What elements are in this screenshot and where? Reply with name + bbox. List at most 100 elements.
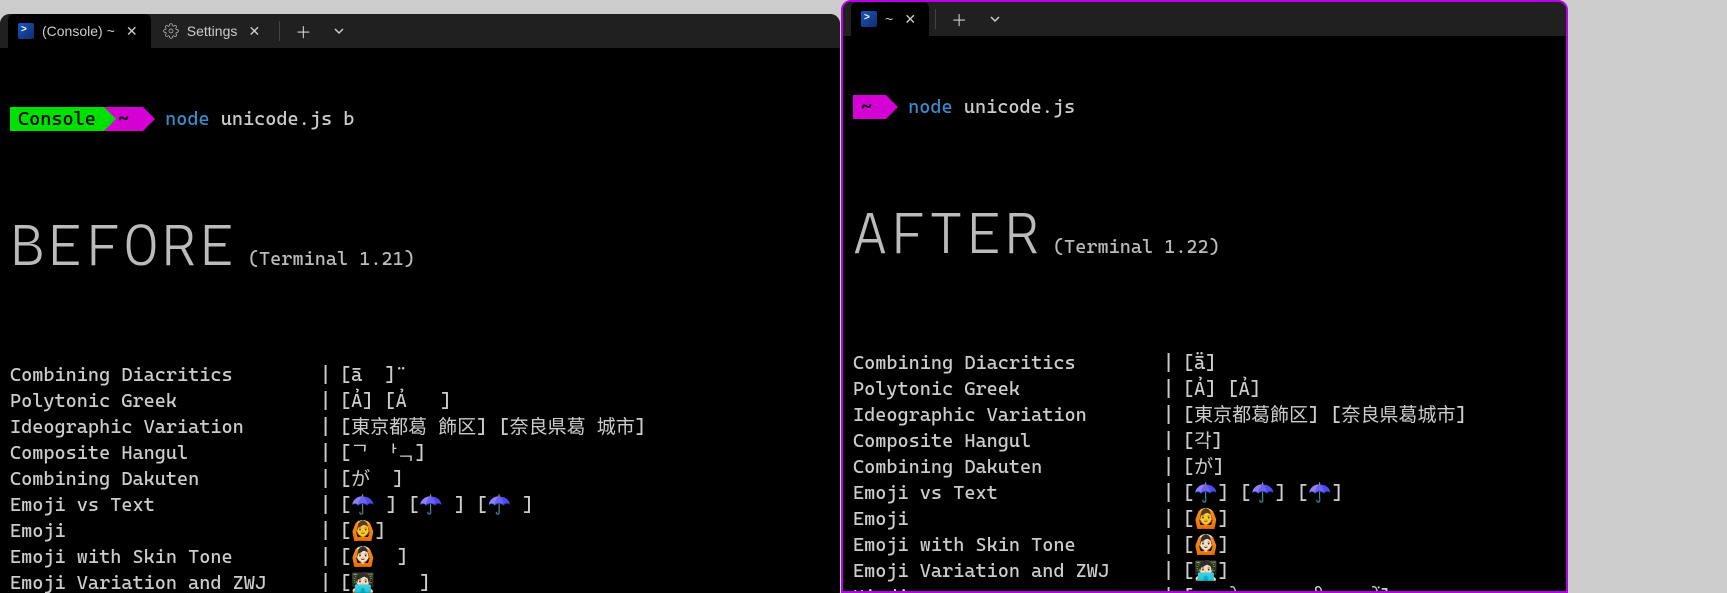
powershell-icon <box>861 11 877 27</box>
row-separator: | <box>1163 376 1183 402</box>
row-label: Emoji vs Text <box>853 480 1163 506</box>
prompt-arrow <box>104 107 116 131</box>
row-label: Polytonic Greek <box>10 388 320 414</box>
heading-version: (Terminal 1.22) <box>1053 234 1220 260</box>
command-name: node <box>908 94 953 120</box>
output-row: Emoji Variation and ZWJ| [🧑🏻‍💻 ] <box>10 570 830 593</box>
prompt-segment-console: Console <box>10 107 104 131</box>
row-label: Composite Hangul <box>10 440 320 466</box>
output-row: Composite Hangul| [각] <box>853 428 1556 454</box>
row-value: [각] <box>1183 428 1556 454</box>
row-label: Combining Dakuten <box>853 454 1163 480</box>
close-icon[interactable]: ✕ <box>901 10 919 28</box>
row-label: Ideographic Variation <box>10 414 320 440</box>
row-separator: | <box>320 440 340 466</box>
heading-version: (Terminal 1.21) <box>248 246 415 272</box>
output-row: Polytonic Greek| [Ἀ] [Ἀ] <box>853 376 1556 402</box>
output-row: Combining Diacritics| [ā̈] <box>853 350 1556 376</box>
row-value: [🙆] <box>340 518 830 544</box>
output-row: Emoji with Skin Tone| [🙆🏻 ] <box>10 544 830 570</box>
row-separator: | <box>1163 532 1183 558</box>
row-label: Polytonic Greek <box>853 376 1163 402</box>
row-value: [Ἀ] [Ἀ] <box>1183 376 1556 402</box>
row-value: [☂️] [☂️] [☂️] <box>1183 480 1556 506</box>
chevron-down-icon <box>333 25 345 37</box>
tab-settings[interactable]: Settings ✕ <box>153 14 274 48</box>
row-label: Emoji vs Text <box>10 492 320 518</box>
heading-big: BEFORE <box>10 216 238 274</box>
row-separator: | <box>320 466 340 492</box>
tab-console[interactable]: ~ ✕ <box>851 2 929 36</box>
row-separator: | <box>320 388 340 414</box>
row-value: [🙆🏻] <box>1183 532 1556 558</box>
row-value: [ā ]̈ <box>340 362 830 388</box>
output-row: Ideographic Variation| [東京都葛飾区] [奈良県葛城市] <box>853 402 1556 428</box>
terminal-window-after: ~ ✕ ＋ ~ node unicode.js AFTER (Terminal … <box>841 0 1568 593</box>
output-row: Emoji| [🙆] <box>853 506 1556 532</box>
row-separator: | <box>1163 402 1183 428</box>
row-label: Hindi <box>853 584 1163 593</box>
row-separator: | <box>1163 584 1183 593</box>
row-value: [अनुच्छेद १. सभी मनुष्यों] <box>1183 584 1556 593</box>
terminal-window-before: (Console) ~ ✕ Settings ✕ ＋ Console~ node <box>0 14 840 593</box>
row-separator: | <box>1163 558 1183 584</box>
row-value: [Ἀ] [Ἀ ] <box>340 388 830 414</box>
close-icon[interactable]: ✕ <box>123 22 141 40</box>
row-separator: | <box>320 518 340 544</box>
row-value: [東京都葛 飾区] [奈良県葛 城市] <box>340 414 830 440</box>
row-value: [東京都葛飾区] [奈良県葛城市] <box>1183 402 1556 428</box>
output-row: Ideographic Variation| [東京都葛 飾区] [奈良県葛 城… <box>10 414 830 440</box>
row-separator: | <box>1163 506 1183 532</box>
row-separator: | <box>1163 350 1183 376</box>
row-separator: | <box>1163 454 1183 480</box>
row-value: [が] <box>1183 454 1556 480</box>
row-label: Combining Diacritics <box>10 362 320 388</box>
close-icon[interactable]: ✕ <box>245 22 263 40</box>
output-rows: Combining Diacritics| [ā̈]Polytonic Gree… <box>853 350 1556 593</box>
command-args: unicode.js b <box>221 106 355 132</box>
terminal-body[interactable]: ~ node unicode.js AFTER (Terminal 1.22) … <box>843 36 1566 593</box>
prompt-line: Console~ node unicode.js b <box>10 106 830 132</box>
tab-console[interactable]: (Console) ~ ✕ <box>8 14 151 48</box>
heading-row: AFTER (Terminal 1.22) <box>853 204 1556 262</box>
row-separator: | <box>320 362 340 388</box>
output-row: Composite Hangul| [ᄀ ᅡᆨ] <box>10 440 830 466</box>
tab-label: Settings <box>187 23 238 39</box>
terminal-body[interactable]: Console~ node unicode.js b BEFORE (Termi… <box>0 48 840 593</box>
row-separator: | <box>320 570 340 593</box>
tab-label: ~ <box>885 11 893 27</box>
prompt-arrow <box>143 107 155 131</box>
row-value: [🧑🏻‍💻] <box>1183 558 1556 584</box>
powershell-icon <box>18 23 34 39</box>
tab-dropdown-button[interactable] <box>322 14 356 48</box>
row-label: Emoji <box>853 506 1163 532</box>
tab-bar: ~ ✕ ＋ <box>843 2 1566 36</box>
output-row: Polytonic Greek| [Ἀ] [Ἀ ] <box>10 388 830 414</box>
row-value: [🙆] <box>1183 506 1556 532</box>
command-args: unicode.js <box>964 94 1075 120</box>
row-label: Emoji Variation and ZWJ <box>853 558 1163 584</box>
output-row: Emoji with Skin Tone| [🙆🏻] <box>853 532 1556 558</box>
output-row: Combining Dakuten| [が ] <box>10 466 830 492</box>
tab-separator <box>935 9 936 29</box>
output-row: Emoji vs Text| [☂️ ] [☂️ ] [☂️ ] <box>10 492 830 518</box>
row-label: Emoji with Skin Tone <box>853 532 1163 558</box>
row-separator: | <box>320 414 340 440</box>
row-separator: | <box>1163 428 1183 454</box>
row-label: Emoji <box>10 518 320 544</box>
tab-dropdown-button[interactable] <box>978 2 1012 36</box>
row-value: [🙆🏻 ] <box>340 544 830 570</box>
gear-icon <box>163 23 179 39</box>
row-value: [ᄀ ᅡᆨ] <box>340 440 830 466</box>
row-label: Combining Diacritics <box>853 350 1163 376</box>
output-row: Emoji| [🙆] <box>10 518 830 544</box>
output-row: Emoji Variation and ZWJ| [🧑🏻‍💻] <box>853 558 1556 584</box>
new-tab-button[interactable]: ＋ <box>286 14 320 48</box>
row-label: Combining Dakuten <box>10 466 320 492</box>
output-row: Emoji vs Text| [☂️] [☂️] [☂️] <box>853 480 1556 506</box>
row-value: [が ] <box>340 466 830 492</box>
row-separator: | <box>1163 480 1183 506</box>
prompt-arrow <box>886 95 898 119</box>
new-tab-button[interactable]: ＋ <box>942 2 976 36</box>
heading-big: AFTER <box>853 204 1043 262</box>
